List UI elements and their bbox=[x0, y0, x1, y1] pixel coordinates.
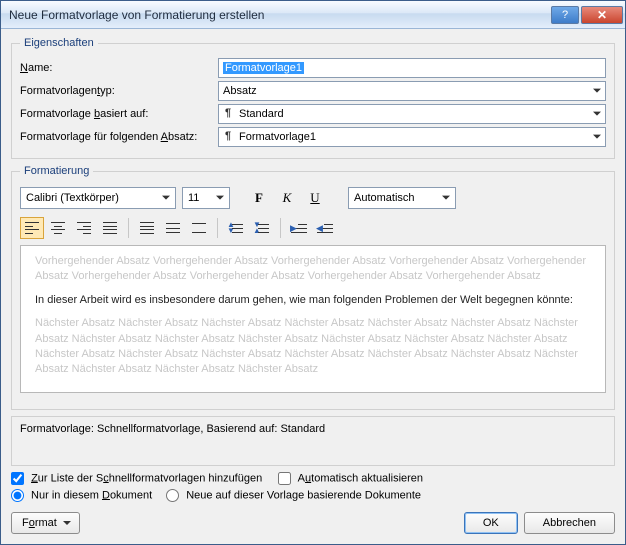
space-before-dec-button[interactable]: ▼▲ bbox=[250, 217, 274, 239]
formatting-group: Formatierung Calibri (Textkörper) 11 F K… bbox=[11, 165, 615, 410]
indent-increase-button[interactable]: ▶ bbox=[287, 217, 311, 239]
close-button[interactable]: ✕ bbox=[581, 6, 623, 24]
bold-button[interactable]: F bbox=[248, 187, 270, 209]
pilcrow-icon: ¶ bbox=[225, 107, 231, 119]
preview-before-text: Vorhergehender Absatz Vorhergehender Abs… bbox=[35, 254, 591, 285]
type-select[interactable]: Absatz bbox=[218, 81, 606, 101]
preview-sample-text: In dieser Arbeit wird es insbesondere da… bbox=[35, 293, 591, 308]
titlebar: Neue Formatvorlage von Formatierung erst… bbox=[1, 1, 625, 29]
space-before-inc-button[interactable]: ▲▼ bbox=[224, 217, 248, 239]
ok-button[interactable]: OK bbox=[464, 512, 518, 534]
preview-after-text: Nächster Absatz Nächster Absatz Nächster… bbox=[35, 316, 591, 378]
align-left-button[interactable] bbox=[20, 217, 44, 239]
separator bbox=[217, 218, 218, 238]
based-on-select[interactable]: ¶Standard bbox=[218, 104, 606, 124]
align-center-button[interactable] bbox=[46, 217, 70, 239]
formatting-legend: Formatierung bbox=[20, 165, 93, 177]
line-spacing-1-button[interactable] bbox=[135, 217, 159, 239]
font-size-select[interactable]: 11 bbox=[182, 187, 230, 209]
window-title: Neue Formatvorlage von Formatierung erst… bbox=[9, 8, 551, 22]
align-justify-button[interactable] bbox=[98, 217, 122, 239]
next-para-label: Formatvorlage für folgenden Absatz: bbox=[20, 131, 218, 143]
name-label: Name: bbox=[20, 62, 218, 74]
preview-pane: Vorhergehender Absatz Vorhergehender Abs… bbox=[20, 245, 606, 393]
name-input[interactable]: Formatvorlage1 bbox=[218, 58, 606, 78]
italic-button[interactable]: K bbox=[276, 187, 298, 209]
next-para-select[interactable]: ¶Formatvorlage1 bbox=[218, 127, 606, 147]
only-this-document-radio[interactable]: Nur in diesem Dokument bbox=[11, 489, 152, 502]
help-button[interactable]: ? bbox=[551, 6, 579, 24]
font-family-select[interactable]: Calibri (Textkörper) bbox=[20, 187, 176, 209]
properties-group: Eigenschaften Name: Formatvorlage1 Forma… bbox=[11, 37, 615, 159]
line-spacing-2-button[interactable] bbox=[187, 217, 211, 239]
line-spacing-1-5-button[interactable] bbox=[161, 217, 185, 239]
add-to-quick-styles-checkbox[interactable]: Zur Liste der Schnellformatvorlagen hinz… bbox=[11, 472, 262, 485]
type-label: Formatvorlagentyp: bbox=[20, 85, 218, 97]
pilcrow-icon: ¶ bbox=[225, 130, 231, 142]
new-documents-radio[interactable]: Neue auf dieser Vorlage basierende Dokum… bbox=[166, 489, 421, 502]
cancel-button[interactable]: Abbrechen bbox=[524, 512, 615, 534]
indent-decrease-button[interactable]: ◀ bbox=[313, 217, 337, 239]
based-on-label: Formatvorlage basiert auf: bbox=[20, 108, 218, 120]
chevron-down-icon bbox=[63, 521, 71, 529]
align-right-button[interactable] bbox=[72, 217, 96, 239]
underline-button[interactable]: U bbox=[304, 187, 326, 209]
separator bbox=[280, 218, 281, 238]
auto-update-checkbox[interactable]: Automatisch aktualisieren bbox=[278, 472, 423, 485]
dialog-window: Neue Formatvorlage von Formatierung erst… bbox=[0, 0, 626, 545]
properties-legend: Eigenschaften bbox=[20, 37, 98, 49]
font-color-select[interactable]: Automatisch bbox=[348, 187, 456, 209]
format-menu-button[interactable]: Format bbox=[11, 512, 80, 534]
separator bbox=[128, 218, 129, 238]
style-description: Formatvorlage: Schnellformatvorlage, Bas… bbox=[11, 416, 615, 466]
